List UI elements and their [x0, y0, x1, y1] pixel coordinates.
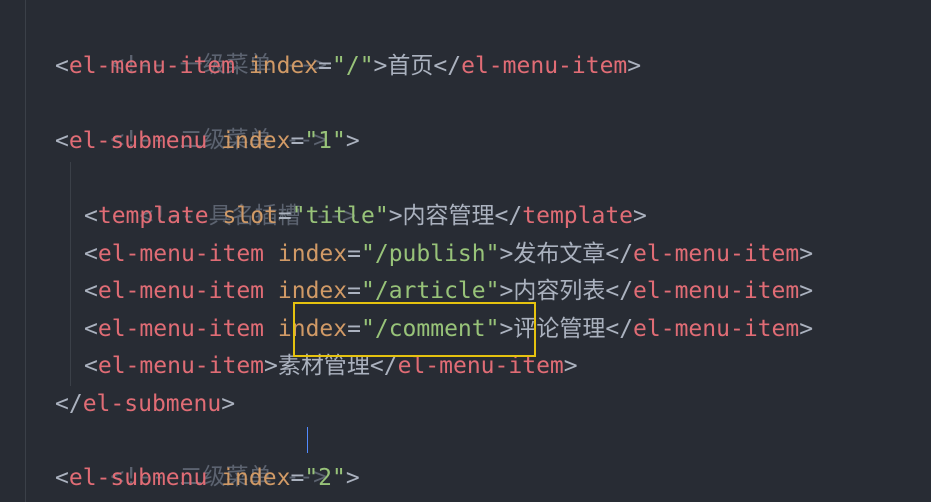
tag-name: el-menu-item [97, 278, 265, 304]
tag-name: el-submenu [82, 391, 222, 417]
element-text: 首页 [387, 53, 434, 79]
code-line-11[interactable]: </el-submenu> [55, 386, 235, 423]
attribute-value: "title" [291, 203, 389, 229]
end-tag-close-bracket: > [563, 353, 578, 379]
code-line-7[interactable]: <el-menu-item index="/publish">发布文章</el-… [84, 236, 813, 273]
end-tag-close-bracket: > [799, 316, 814, 342]
selection-highlight [293, 302, 536, 357]
equals-sign: = [277, 203, 292, 229]
attribute-name: slot [222, 203, 278, 229]
tag-name: el-submenu [68, 465, 208, 491]
end-tag-close-bracket: > [799, 241, 814, 267]
tag-name: el-menu-item [97, 353, 265, 379]
end-tag-close-bracket: > [799, 278, 814, 304]
end-tag-open-bracket: </ [605, 278, 634, 304]
attribute-name: index [277, 278, 348, 304]
tag-close-bracket: > [388, 203, 403, 229]
tag-open-bracket: < [84, 353, 98, 379]
attribute-value: "/article" [361, 278, 500, 304]
equals-sign: = [347, 241, 361, 267]
code-line-5[interactable]: <!-- 具名插槽 --> [84, 161, 356, 229]
end-tag-close-bracket: > [633, 203, 647, 229]
attribute-value: "/publish" [361, 241, 500, 267]
element-text: 内容列表 [513, 278, 606, 304]
text-cursor [307, 427, 308, 453]
end-tag-name: el-menu-item [461, 53, 628, 79]
code-line-12[interactable]: <!-- 二级菜单 --> [55, 422, 327, 490]
end-tag-open-bracket: </ [605, 316, 634, 342]
tag-open-bracket: < [55, 465, 69, 491]
attribute-value: "1" [304, 128, 346, 154]
attribute-value: "/" [332, 53, 374, 79]
equals-sign: = [347, 278, 361, 304]
tag-close-bracket: > [373, 53, 388, 79]
attribute-name: index [221, 128, 291, 154]
code-line-6[interactable]: <template slot="title">内容管理</template> [84, 198, 647, 235]
code-line-13[interactable]: <el-submenu index="2"> [55, 460, 360, 497]
end-tag-open-bracket: </ [433, 53, 462, 79]
tag-close-bracket: > [264, 353, 278, 379]
tag-open-bracket: < [55, 128, 69, 154]
equals-sign: = [318, 53, 332, 79]
element-text: 内容管理 [402, 203, 495, 229]
code-editor[interactable]: <!-- 一级菜单 --> <el-menu-item index="/">首页… [0, 0, 931, 502]
end-tag-name: template [522, 203, 634, 229]
tag-close-bracket: > [499, 241, 514, 267]
attribute-value: "2" [304, 465, 346, 491]
tag-open-bracket: </ [55, 391, 83, 417]
tag-close-bracket: > [345, 128, 360, 154]
gutter-divider [25, 0, 26, 502]
element-text: 发布文章 [513, 241, 606, 267]
tag-name: el-menu-item [97, 241, 265, 267]
attribute-name: index [277, 241, 348, 267]
end-tag-close-bracket: > [627, 53, 642, 79]
tag-open-bracket: < [84, 278, 98, 304]
tag-name: el-submenu [68, 128, 208, 154]
tag-name: el-menu-item [97, 316, 265, 342]
equals-sign: = [290, 128, 305, 154]
tag-open-bracket: < [55, 53, 69, 79]
code-line-2[interactable]: <el-menu-item index="/">首页</el-menu-item… [55, 48, 641, 85]
tag-name: el-menu-item [68, 53, 236, 79]
equals-sign: = [290, 465, 305, 491]
end-tag-open-bracket: </ [494, 203, 523, 229]
tag-open-bracket: < [84, 203, 98, 229]
tag-name: template [97, 203, 209, 229]
attribute-name: index [248, 53, 319, 79]
tag-open-bracket: < [84, 316, 98, 342]
tag-open-bracket: < [84, 241, 98, 267]
tag-close-bracket: > [221, 391, 236, 417]
end-tag-name: el-menu-item [633, 278, 800, 304]
tag-close-bracket: > [345, 465, 360, 491]
attribute-name: index [221, 465, 291, 491]
end-tag-name: el-menu-item [633, 316, 800, 342]
code-line-1[interactable]: <!-- 一级菜单 --> [55, 10, 327, 78]
end-tag-name: el-menu-item [633, 241, 800, 267]
code-line-4[interactable]: <el-submenu index="1"> [55, 123, 360, 160]
code-line-3[interactable]: <!-- 二级菜单 --> [55, 85, 327, 153]
end-tag-open-bracket: </ [605, 241, 634, 267]
tag-close-bracket: > [499, 278, 514, 304]
